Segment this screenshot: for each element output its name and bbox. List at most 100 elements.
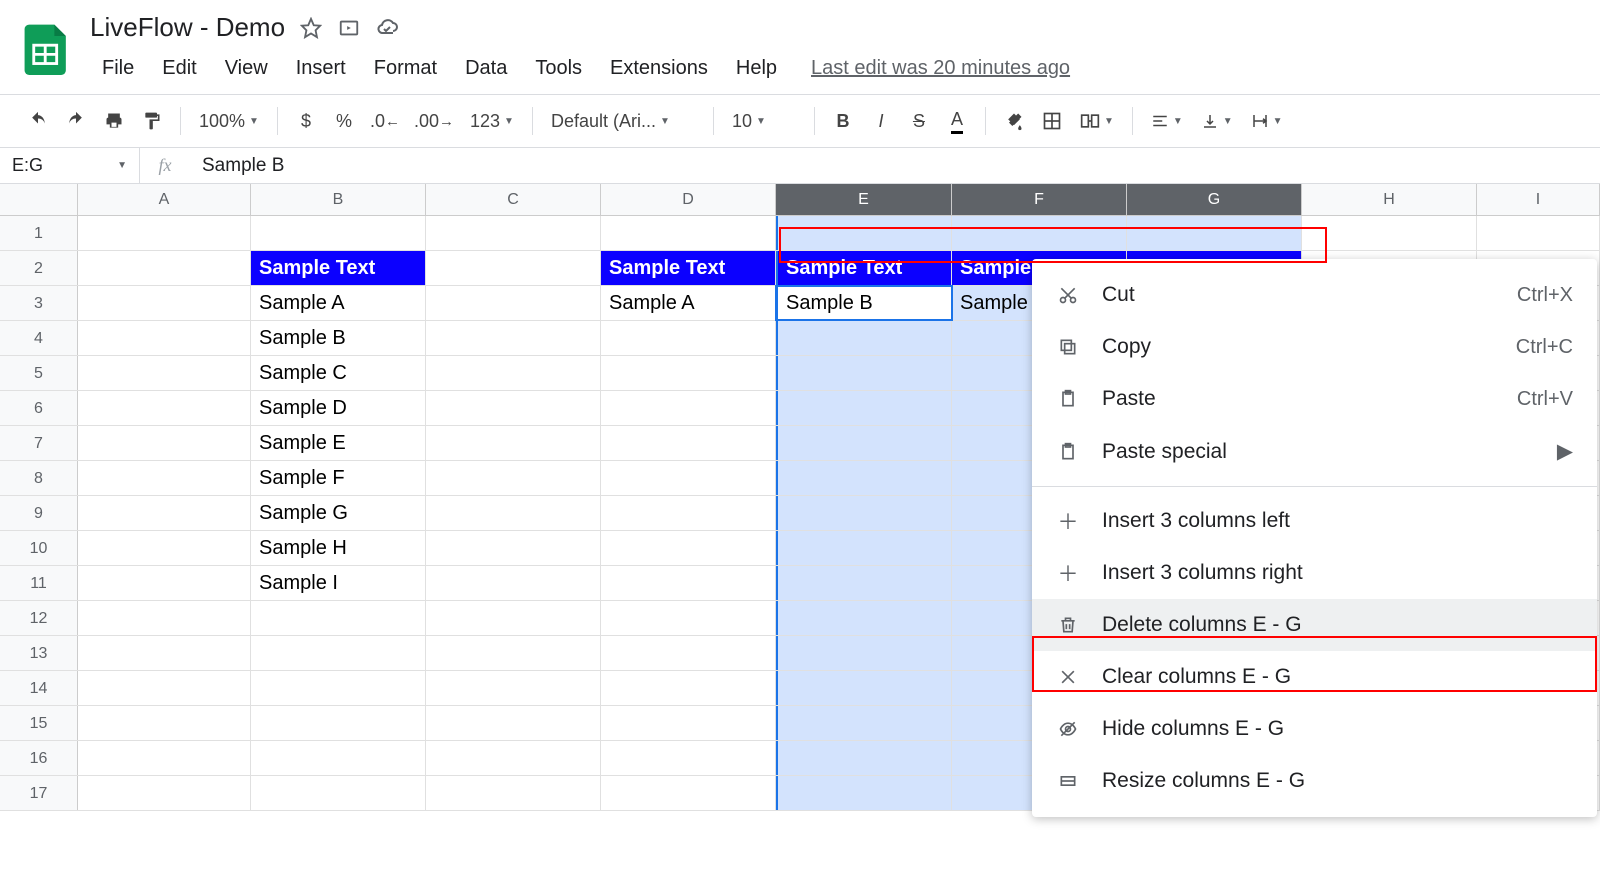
cell-D2[interactable]: Sample Text xyxy=(601,251,776,285)
col-header-B[interactable]: B xyxy=(251,184,426,215)
zoom-dropdown[interactable]: 100%▼ xyxy=(191,103,267,139)
cell-E6[interactable] xyxy=(776,391,952,425)
menu-edit[interactable]: Edit xyxy=(150,51,208,86)
row-header-11[interactable]: 11 xyxy=(0,566,78,600)
cell-D3[interactable]: Sample A xyxy=(601,286,776,320)
cell-C2[interactable] xyxy=(426,251,601,285)
menu-extensions[interactable]: Extensions xyxy=(598,51,720,86)
ctx-cut[interactable]: Cut Ctrl+X xyxy=(1032,269,1597,321)
sheets-logo[interactable] xyxy=(20,20,75,75)
ctx-resize-cols[interactable]: Resize columns E - G xyxy=(1032,755,1597,807)
decrease-decimal-button[interactable]: .0← xyxy=(364,103,406,139)
strikethrough-button[interactable]: S xyxy=(901,103,937,139)
menu-format[interactable]: Format xyxy=(362,51,449,86)
cell-A17[interactable] xyxy=(78,776,251,810)
cell-C5[interactable] xyxy=(426,356,601,390)
row-header-6[interactable]: 6 xyxy=(0,391,78,425)
cell-B8[interactable]: Sample F xyxy=(251,461,426,495)
menu-file[interactable]: File xyxy=(90,51,146,86)
cell-A15[interactable] xyxy=(78,706,251,740)
cell-C11[interactable] xyxy=(426,566,601,600)
col-header-E[interactable]: E xyxy=(776,184,952,215)
ctx-paste[interactable]: Paste Ctrl+V xyxy=(1032,373,1597,425)
cell-A4[interactable] xyxy=(78,321,251,355)
cell-C7[interactable] xyxy=(426,426,601,460)
last-edit-link[interactable]: Last edit was 20 minutes ago xyxy=(811,51,1070,86)
cell-A6[interactable] xyxy=(78,391,251,425)
cell-D12[interactable] xyxy=(601,601,776,635)
ctx-insert-left[interactable]: ＋ Insert 3 columns left xyxy=(1032,495,1597,547)
cell-C9[interactable] xyxy=(426,496,601,530)
row-header-5[interactable]: 5 xyxy=(0,356,78,390)
col-header-D[interactable]: D xyxy=(601,184,776,215)
cell-A13[interactable] xyxy=(78,636,251,670)
ctx-copy[interactable]: Copy Ctrl+C xyxy=(1032,321,1597,373)
name-box[interactable]: E:G▼ xyxy=(0,148,140,183)
cell-D16[interactable] xyxy=(601,741,776,775)
row-header-10[interactable]: 10 xyxy=(0,531,78,565)
cell-A12[interactable] xyxy=(78,601,251,635)
cell-B1[interactable] xyxy=(251,216,426,250)
cell-F1[interactable] xyxy=(952,216,1127,250)
font-size-dropdown[interactable]: 10▼ xyxy=(724,103,804,139)
document-title[interactable]: LiveFlow - Demo xyxy=(90,12,285,43)
borders-button[interactable] xyxy=(1034,103,1070,139)
ctx-hide-cols[interactable]: Hide columns E - G xyxy=(1032,703,1597,755)
cell-E11[interactable] xyxy=(776,566,952,600)
cell-E5[interactable] xyxy=(776,356,952,390)
col-header-A[interactable]: A xyxy=(78,184,251,215)
ctx-delete-cols[interactable]: Delete columns E - G xyxy=(1032,599,1597,651)
cell-B10[interactable]: Sample H xyxy=(251,531,426,565)
row-header-4[interactable]: 4 xyxy=(0,321,78,355)
currency-button[interactable]: $ xyxy=(288,103,324,139)
cell-C12[interactable] xyxy=(426,601,601,635)
cell-A11[interactable] xyxy=(78,566,251,600)
row-header-15[interactable]: 15 xyxy=(0,706,78,740)
italic-button[interactable]: I xyxy=(863,103,899,139)
cell-A8[interactable] xyxy=(78,461,251,495)
cell-E8[interactable] xyxy=(776,461,952,495)
cell-E7[interactable] xyxy=(776,426,952,460)
percent-button[interactable]: % xyxy=(326,103,362,139)
col-header-F[interactable]: F xyxy=(952,184,1127,215)
vertical-align-dropdown[interactable]: ▼ xyxy=(1193,103,1241,139)
cell-E3[interactable]: Sample B xyxy=(776,286,952,320)
more-formats-dropdown[interactable]: 123▼ xyxy=(462,103,522,139)
cell-G1[interactable] xyxy=(1127,216,1302,250)
star-icon[interactable] xyxy=(299,16,323,40)
cell-B16[interactable] xyxy=(251,741,426,775)
cell-C4[interactable] xyxy=(426,321,601,355)
cell-A14[interactable] xyxy=(78,671,251,705)
cell-A1[interactable] xyxy=(78,216,251,250)
cell-D10[interactable] xyxy=(601,531,776,565)
cell-E10[interactable] xyxy=(776,531,952,565)
cell-B9[interactable]: Sample G xyxy=(251,496,426,530)
redo-button[interactable] xyxy=(58,103,94,139)
cell-A7[interactable] xyxy=(78,426,251,460)
cell-A9[interactable] xyxy=(78,496,251,530)
cell-D15[interactable] xyxy=(601,706,776,740)
menu-tools[interactable]: Tools xyxy=(523,51,594,86)
cell-C14[interactable] xyxy=(426,671,601,705)
cell-C13[interactable] xyxy=(426,636,601,670)
row-header-12[interactable]: 12 xyxy=(0,601,78,635)
move-icon[interactable] xyxy=(337,16,361,40)
cell-D9[interactable] xyxy=(601,496,776,530)
cell-D13[interactable] xyxy=(601,636,776,670)
cloud-icon[interactable] xyxy=(375,16,399,40)
ctx-clear-cols[interactable]: Clear columns E - G xyxy=(1032,651,1597,703)
cell-B5[interactable]: Sample C xyxy=(251,356,426,390)
menu-data[interactable]: Data xyxy=(453,51,519,86)
cell-E1[interactable] xyxy=(776,216,952,250)
cell-E4[interactable] xyxy=(776,321,952,355)
cell-C17[interactable] xyxy=(426,776,601,810)
cell-D4[interactable] xyxy=(601,321,776,355)
ctx-insert-right[interactable]: ＋ Insert 3 columns right xyxy=(1032,547,1597,599)
cell-C3[interactable] xyxy=(426,286,601,320)
cell-E13[interactable] xyxy=(776,636,952,670)
cell-E15[interactable] xyxy=(776,706,952,740)
cell-A16[interactable] xyxy=(78,741,251,775)
cell-B6[interactable]: Sample D xyxy=(251,391,426,425)
merge-dropdown[interactable]: ▼ xyxy=(1072,103,1122,139)
cell-D1[interactable] xyxy=(601,216,776,250)
